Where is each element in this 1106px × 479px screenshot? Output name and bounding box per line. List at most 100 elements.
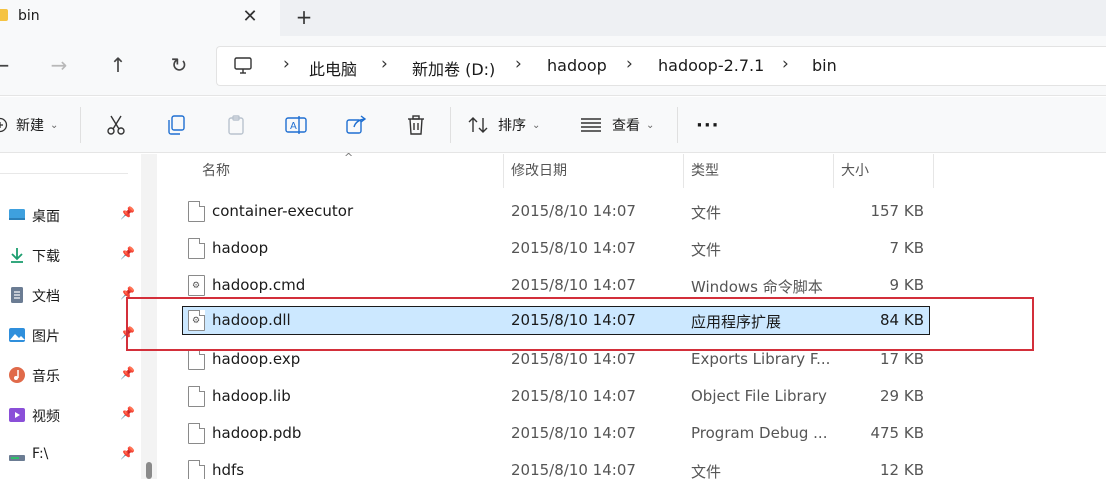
file-row[interactable]: hadoop 2015/8/10 14:07 文件 7 KB	[182, 234, 930, 263]
refresh-button[interactable]: ↻	[166, 52, 192, 78]
breadcrumb-drive-d[interactable]: 新加卷 (D:)	[412, 56, 495, 80]
column-divider[interactable]	[933, 154, 934, 188]
sidebar-item-drive-f[interactable]: F:\ 📌	[0, 440, 140, 470]
file-icon	[188, 238, 205, 259]
view-button[interactable]: 查看 ⌄	[580, 111, 654, 139]
file-type: Object File Library	[691, 387, 827, 405]
breadcrumb-separator: ›	[782, 54, 789, 74]
navigation-bar: ← → ↑ ↻ › 此电脑 › 新加卷 (D:) › hadoop › hado…	[0, 36, 1106, 96]
file-name: container-executor	[212, 202, 354, 220]
more-options-button[interactable]: ···	[696, 111, 720, 139]
sidebar-item-desktop[interactable]: 桌面 📌	[0, 200, 140, 230]
file-type: Program Debug ...	[691, 424, 828, 442]
file-date: 2015/8/10 14:07	[511, 276, 636, 294]
view-icon	[581, 118, 601, 132]
breadcrumb-hadoop-271[interactable]: hadoop-2.7.1	[658, 56, 764, 75]
file-size: 9 KB	[889, 276, 924, 294]
forward-button[interactable]: →	[46, 52, 72, 78]
file-icon	[188, 386, 205, 407]
annotation-highlight-box	[126, 297, 1034, 351]
pin-icon: 📌	[120, 246, 135, 260]
file-date: 2015/8/10 14:07	[511, 387, 636, 405]
file-date: 2015/8/10 14:07	[511, 202, 636, 220]
sidebar-item-documents[interactable]: 文档 📌	[0, 280, 140, 310]
file-type: 文件	[691, 204, 722, 222]
new-tab-button[interactable]: +	[294, 5, 314, 29]
sidebar-scrollbar-thumb[interactable]	[146, 462, 152, 479]
tab-title: bin	[18, 8, 40, 24]
chevron-down-icon: ⌄	[532, 119, 541, 131]
tab-bin[interactable]: bin ✕	[0, 0, 280, 36]
back-button[interactable]: ←	[0, 52, 14, 78]
folder-icon	[0, 9, 8, 21]
file-date: 2015/8/10 14:07	[511, 424, 636, 442]
sidebar-item-label: 下载	[32, 249, 60, 265]
column-header-size[interactable]: 大小	[833, 154, 933, 188]
file-row[interactable]: container-executor 2015/8/10 14:07 文件 15…	[182, 197, 930, 226]
file-type: 文件	[691, 463, 722, 479]
file-icon	[188, 349, 205, 370]
column-header-date[interactable]: 修改日期	[503, 154, 683, 188]
file-icon	[188, 201, 205, 222]
up-button[interactable]: ↑	[105, 52, 131, 78]
file-name: hdfs	[212, 461, 245, 479]
breadcrumb-hadoop[interactable]: hadoop	[547, 56, 607, 75]
sidebar-item-label: 图片	[32, 329, 60, 345]
breadcrumb-separator: ›	[626, 54, 633, 74]
tab-bar: bin ✕ +	[0, 0, 1106, 36]
sidebar-item-downloads[interactable]: 下载 📌	[0, 240, 140, 270]
breadcrumb-this-pc[interactable]: 此电脑	[309, 56, 357, 80]
new-plus-icon	[0, 117, 8, 133]
sort-button[interactable]: 排序 ⌄	[468, 111, 540, 139]
close-tab-button[interactable]: ✕	[240, 5, 260, 29]
sidebar-item-label: F:\	[32, 446, 49, 462]
divider	[80, 107, 81, 143]
file-size: 17 KB	[880, 350, 924, 368]
file-icon	[188, 423, 205, 444]
sidebar-item-label: 文档	[32, 289, 60, 305]
divider	[450, 107, 451, 143]
new-label: 新建	[16, 118, 44, 134]
file-row[interactable]: hdfs 2015/8/10 14:07 文件 12 KB	[182, 456, 930, 479]
new-button[interactable]: 新建 ⌄	[0, 111, 58, 139]
breadcrumb-bin[interactable]: bin	[812, 56, 837, 75]
sidebar-item-label: 视频	[32, 409, 60, 425]
file-size: 29 KB	[880, 387, 924, 405]
rename-icon[interactable]: A	[284, 113, 308, 137]
cut-icon[interactable]	[104, 113, 128, 137]
svg-text:A: A	[290, 121, 297, 132]
column-header-name[interactable]: 名称	[194, 154, 504, 188]
video-icon	[9, 408, 25, 422]
breadcrumb-separator: ›	[381, 54, 388, 74]
address-bar[interactable]: › 此电脑 › 新加卷 (D:) › hadoop › hadoop-2.7.1…	[216, 46, 1106, 86]
file-size: 12 KB	[880, 461, 924, 479]
paste-icon[interactable]	[224, 113, 248, 137]
file-type: Windows 命令脚本	[691, 278, 823, 296]
sidebar-item-music[interactable]: 音乐 📌	[0, 360, 140, 390]
file-name: hadoop	[212, 239, 269, 257]
file-name: hadoop.cmd	[212, 276, 306, 294]
file-icon	[188, 460, 205, 479]
sidebar-item-videos[interactable]: 视频 📌	[0, 400, 140, 430]
pin-icon: 📌	[120, 446, 135, 460]
column-header-type[interactable]: 类型	[683, 154, 833, 188]
copy-icon[interactable]	[164, 113, 188, 137]
view-label: 查看	[612, 118, 640, 134]
divider	[0, 173, 128, 174]
file-row[interactable]: hadoop.lib 2015/8/10 14:07 Object File L…	[182, 382, 930, 411]
delete-icon[interactable]	[404, 113, 428, 137]
share-icon[interactable]	[344, 113, 368, 137]
file-row[interactable]: ⚙ hadoop.cmd 2015/8/10 14:07 Windows 命令脚…	[182, 271, 930, 300]
script-file-icon: ⚙	[188, 275, 205, 296]
file-name: hadoop.exp	[212, 350, 301, 368]
chevron-down-icon: ⌄	[50, 119, 59, 131]
file-row[interactable]: hadoop.pdb 2015/8/10 14:07 Program Debug…	[182, 419, 930, 448]
sidebar-item-pictures[interactable]: 图片 📌	[0, 320, 140, 350]
pin-icon: 📌	[120, 366, 135, 380]
file-name: hadoop.lib	[212, 387, 291, 405]
file-type: Exports Library F...	[691, 350, 831, 368]
sort-icon	[468, 117, 488, 133]
file-size: 157 KB	[870, 202, 924, 220]
music-icon	[9, 367, 25, 383]
computer-icon	[234, 57, 252, 74]
